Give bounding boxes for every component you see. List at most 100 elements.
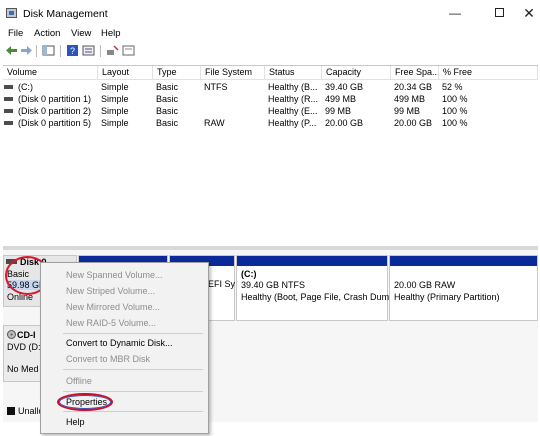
menu-new-mirrored-volume[interactable]: New Mirrored Volume...: [66, 302, 160, 312]
cell-layout: Simple: [101, 118, 129, 128]
menu-help[interactable]: Help: [101, 28, 121, 39]
minimize-button[interactable]: —: [440, 3, 470, 23]
cell-file-system: RAW: [204, 118, 225, 128]
cell-percent-free: 100 %: [442, 94, 468, 104]
cell-file-system: NTFS: [204, 82, 228, 92]
menu-bar: File Action View Help: [0, 27, 540, 42]
partition-c-name: (C:): [241, 269, 257, 279]
menu-convert-to-dynamic[interactable]: Convert to Dynamic Disk...: [66, 338, 173, 348]
cell-type: Basic: [156, 106, 179, 116]
menu-action[interactable]: Action: [34, 28, 60, 39]
toolbar-separator: [36, 45, 37, 57]
title-bar: Disk Management — ✕: [0, 0, 540, 27]
volume-icon: [4, 85, 13, 89]
volume-icon: [4, 109, 13, 113]
partition-5-size: 20.00 GB RAW: [394, 280, 456, 290]
toolbar-separator: [100, 45, 101, 57]
cell-volume: (C:): [18, 82, 33, 92]
partition-bar: [390, 256, 537, 266]
column-header-layout[interactable]: Layout: [98, 66, 153, 80]
partition-c-status: Healthy (Boot, Page File, Crash Dump: [241, 292, 395, 302]
cell-layout: Simple: [101, 94, 129, 104]
cell-status: Healthy (E...: [268, 106, 318, 116]
menu-new-raid5-volume[interactable]: New RAID-5 Volume...: [66, 318, 156, 328]
cd-icon: [7, 330, 16, 339]
column-header-status[interactable]: Status: [265, 66, 322, 80]
menu-separator: [63, 333, 203, 334]
cell-capacity: 499 MB: [325, 94, 357, 104]
cell-volume: (Disk 0 partition 5): [18, 118, 92, 128]
table-row[interactable]: (Disk 0 partition 1) Simple Basic Health…: [3, 93, 538, 105]
menu-offline[interactable]: Offline: [66, 376, 92, 386]
column-header-type[interactable]: Type: [153, 66, 201, 80]
column-header-volume[interactable]: Volume: [3, 66, 98, 80]
column-header-file-system[interactable]: File System: [201, 66, 265, 80]
cell-capacity: 20.00 GB: [325, 118, 364, 128]
column-header-free-space[interactable]: Free Spa...: [391, 66, 439, 80]
menu-separator: [63, 369, 203, 370]
table-row[interactable]: (Disk 0 partition 2) Simple Basic Health…: [3, 105, 538, 117]
maximize-button[interactable]: [484, 3, 514, 23]
properties-icon[interactable]: [82, 44, 95, 57]
svg-text:?: ?: [70, 46, 75, 56]
cell-layout: Simple: [101, 106, 129, 116]
legend-bar: Unallo: [3, 404, 44, 418]
open-icon[interactable]: [122, 44, 135, 57]
back-icon[interactable]: [5, 44, 18, 57]
cell-volume: (Disk 0 partition 1): [18, 94, 92, 104]
menu-separator: [63, 391, 203, 392]
menu-separator: [63, 411, 203, 412]
cell-capacity: 99 MB: [325, 106, 352, 116]
cell-free-space: 20.34 GB: [394, 82, 433, 92]
volume-list: Volume Layout Type File System Status Ca…: [3, 65, 538, 245]
console-tree-icon[interactable]: [42, 44, 55, 57]
menu-help[interactable]: Help: [66, 417, 85, 427]
menu-convert-to-mbr[interactable]: Convert to MBR Disk: [66, 354, 150, 364]
maximize-icon: [494, 8, 504, 17]
menu-file[interactable]: File: [8, 28, 23, 39]
cell-capacity: 39.40 GB: [325, 82, 364, 92]
toolbar: ?: [0, 43, 540, 60]
forward-icon[interactable]: [20, 44, 33, 57]
cell-type: Basic: [156, 82, 179, 92]
volume-icon: [4, 121, 13, 125]
cell-percent-free: 52 %: [442, 82, 463, 92]
column-header-percent-free[interactable]: % Free: [439, 66, 538, 80]
partition-efi-text: EFI Sy: [208, 279, 236, 289]
table-row[interactable]: (Disk 0 partition 5) Simple Basic RAW He…: [3, 117, 538, 129]
volume-icon: [4, 97, 13, 101]
cell-status: Healthy (P...: [268, 118, 317, 128]
column-header-capacity[interactable]: Capacity: [322, 66, 391, 80]
partition-5[interactable]: 20.00 GB RAW Healthy (Primary Partition): [389, 255, 538, 321]
disk-management-icon: [6, 8, 17, 18]
rescan-icon[interactable]: [106, 44, 119, 57]
menu-new-striped-volume[interactable]: New Striped Volume...: [66, 286, 155, 296]
partition-bar: [237, 256, 387, 266]
cdrom-drive: DVD (D:: [7, 342, 41, 352]
cell-status: Healthy (R...: [268, 94, 319, 104]
properties-highlight-ellipse: [57, 393, 113, 411]
partition-5-status: Healthy (Primary Partition): [394, 292, 500, 302]
cell-percent-free: 100 %: [442, 106, 468, 116]
window-title: Disk Management: [23, 8, 108, 20]
cell-status: Healthy (B...: [268, 82, 318, 92]
cell-type: Basic: [156, 94, 179, 104]
cell-layout: Simple: [101, 82, 129, 92]
menu-new-spanned-volume[interactable]: New Spanned Volume...: [66, 270, 163, 280]
cell-type: Basic: [156, 118, 179, 128]
partition-c[interactable]: (C:) 39.40 GB NTFS Healthy (Boot, Page F…: [236, 255, 394, 321]
cell-free-space: 99 MB: [394, 106, 421, 116]
toolbar-separator: [60, 45, 61, 57]
close-button[interactable]: ✕: [514, 3, 540, 23]
cell-percent-free: 100 %: [442, 118, 468, 128]
cdrom-media: No Med: [7, 364, 39, 374]
cell-free-space: 499 MB: [394, 94, 426, 104]
table-row[interactable]: (C:) Simple Basic NTFS Healthy (B... 39.…: [3, 81, 538, 93]
cdrom-name: CD-I: [17, 330, 36, 340]
partition-c-size: 39.40 GB NTFS: [241, 280, 306, 290]
menu-view[interactable]: View: [71, 28, 91, 39]
legend-unallocated-swatch: [7, 407, 15, 415]
cell-free-space: 20.00 GB: [394, 118, 433, 128]
help-icon[interactable]: ?: [66, 44, 79, 57]
cell-volume: (Disk 0 partition 2): [18, 106, 92, 116]
